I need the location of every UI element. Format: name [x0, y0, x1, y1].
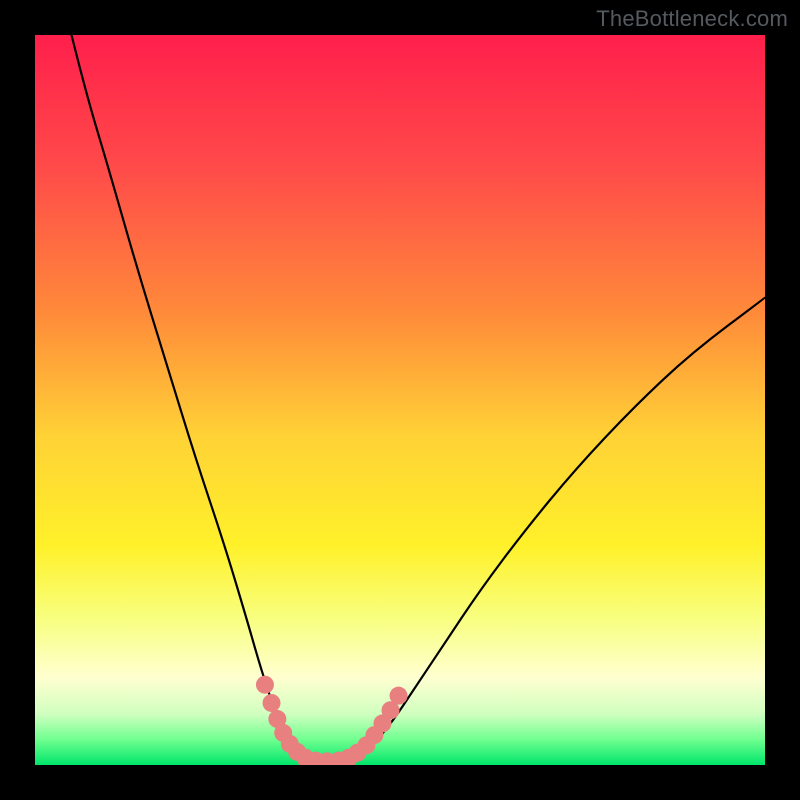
highlight-dot — [390, 687, 408, 705]
chart-frame: TheBottleneck.com — [0, 0, 800, 800]
plot-area — [35, 35, 765, 765]
curve-layer — [35, 35, 765, 765]
bottleneck-curve — [72, 35, 766, 761]
watermark-text: TheBottleneck.com — [596, 6, 788, 32]
highlight-dot — [256, 676, 274, 694]
highlight-dot — [263, 694, 281, 712]
highlight-region — [256, 676, 408, 765]
